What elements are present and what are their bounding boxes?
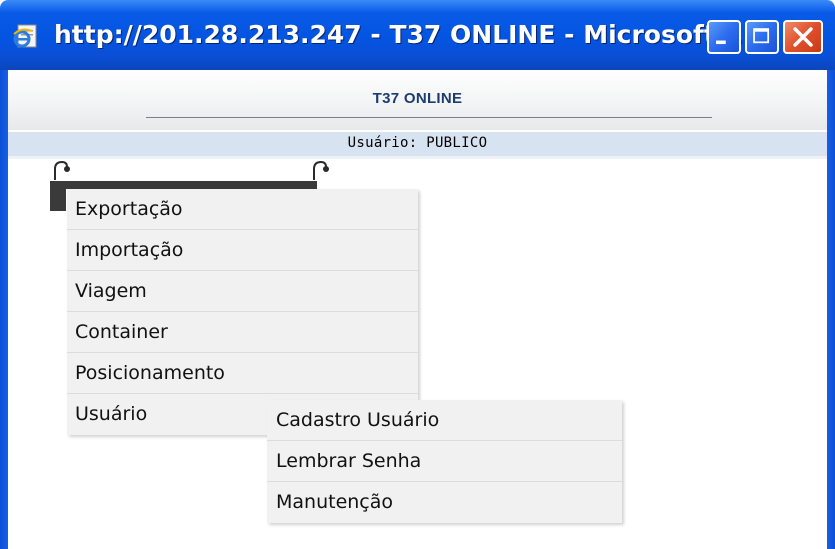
- menu-item-exportacao[interactable]: Exportação: [67, 189, 418, 230]
- menu-item-container[interactable]: Container: [67, 312, 418, 353]
- user-bar-divider: [8, 156, 827, 159]
- ie-page-icon: [12, 22, 40, 50]
- close-button[interactable]: [783, 20, 823, 54]
- page-content: T37 ONLINE Usuário: PUBLICO Exportação I…: [8, 70, 827, 549]
- submenu-item-cadastro-usuario[interactable]: Cadastro Usuário: [267, 400, 622, 441]
- dropdown-menu: Exportação Importação Viagem Container P…: [67, 189, 418, 435]
- user-info-bar: Usuário: PUBLICO: [8, 132, 827, 156]
- close-icon: [793, 27, 813, 47]
- menu-bar: [50, 181, 317, 189]
- window-title: http://201.28.213.247 - T37 ONLINE - Mic…: [54, 20, 754, 49]
- page-header: T37 ONLINE: [8, 70, 827, 130]
- menu-hanger-hook-right: [310, 160, 330, 182]
- page-title: T37 ONLINE: [372, 90, 463, 107]
- submenu-item-manutencao[interactable]: Manutenção: [267, 482, 622, 523]
- usuario-submenu: Cadastro Usuário Lembrar Senha Manutençã…: [267, 400, 622, 523]
- browser-popup-window: http://201.28.213.247 - T37 ONLINE - Mic…: [0, 0, 835, 549]
- menu-hanger-hook-left: [51, 160, 71, 182]
- maximize-icon: [753, 28, 770, 44]
- menu-item-posicionamento[interactable]: Posicionamento: [67, 353, 418, 394]
- maximize-button[interactable]: [745, 20, 779, 54]
- window-titlebar[interactable]: http://201.28.213.247 - T37 ONLINE - Mic…: [0, 0, 835, 70]
- minimize-icon: [716, 40, 726, 45]
- menu-bar-post: [50, 181, 66, 211]
- user-label: Usuário: PUBLICO: [347, 135, 488, 151]
- header-divider: [146, 117, 712, 118]
- menu-item-importacao[interactable]: Importação: [67, 230, 418, 271]
- menu-item-viagem[interactable]: Viagem: [67, 271, 418, 312]
- minimize-button[interactable]: [707, 20, 741, 54]
- submenu-item-lembrar-senha[interactable]: Lembrar Senha: [267, 441, 622, 482]
- window-frame-right: [827, 70, 835, 549]
- window-frame-left: [0, 70, 8, 549]
